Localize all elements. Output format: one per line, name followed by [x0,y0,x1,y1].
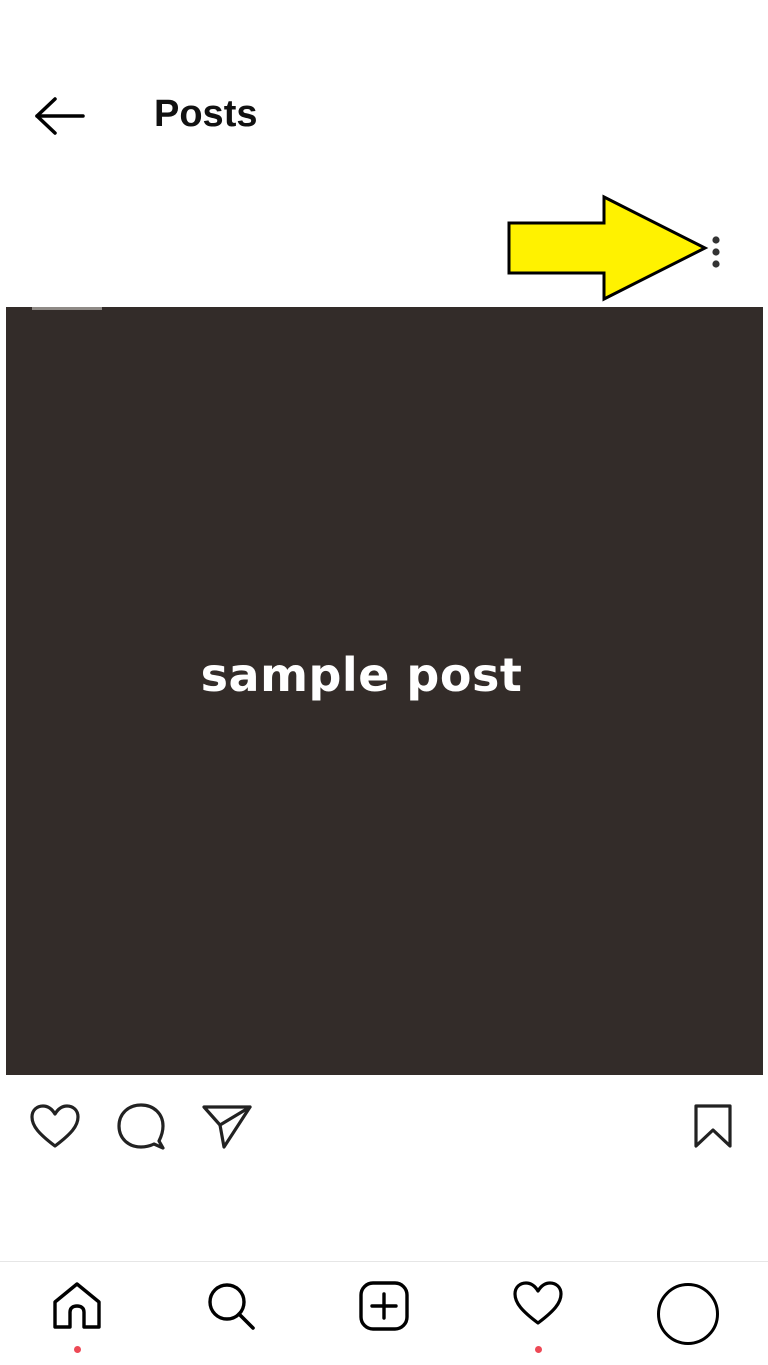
comment-button[interactable] [113,1098,169,1154]
nav-activity-button[interactable] [498,1280,578,1360]
plus-square-icon [359,1281,409,1331]
nav-profile-avatar[interactable] [657,1283,719,1345]
search-icon [208,1283,255,1330]
nav-home-button[interactable] [37,1280,117,1360]
image-edge-strip [32,307,102,310]
arrow-right-icon [507,194,709,302]
nav-search-button[interactable] [191,1280,271,1360]
page-title: Posts [154,93,258,135]
home-notification-dot [74,1346,81,1353]
post-image-text: sample post [200,648,523,702]
post-image[interactable]: sample post [6,307,763,1075]
more-options-button[interactable] [698,228,734,276]
back-button[interactable] [28,88,90,144]
nav-create-button[interactable] [344,1280,424,1360]
bottom-nav [0,1262,768,1365]
vertical-ellipsis-icon [712,236,720,268]
share-button[interactable] [198,1098,254,1154]
home-icon [53,1282,101,1329]
heart-icon [513,1281,563,1325]
bookmark-icon [694,1104,732,1148]
arrow-left-icon [35,97,85,135]
heart-icon [30,1104,80,1148]
paper-plane-icon [202,1105,252,1149]
screen: Posts sample post [0,0,768,1365]
activity-notification-dot [535,1346,542,1353]
comment-icon [117,1103,165,1150]
top-bar: Posts [0,0,768,200]
like-button[interactable] [27,1098,83,1154]
post-action-bar [0,1090,768,1160]
save-button[interactable] [685,1098,741,1154]
